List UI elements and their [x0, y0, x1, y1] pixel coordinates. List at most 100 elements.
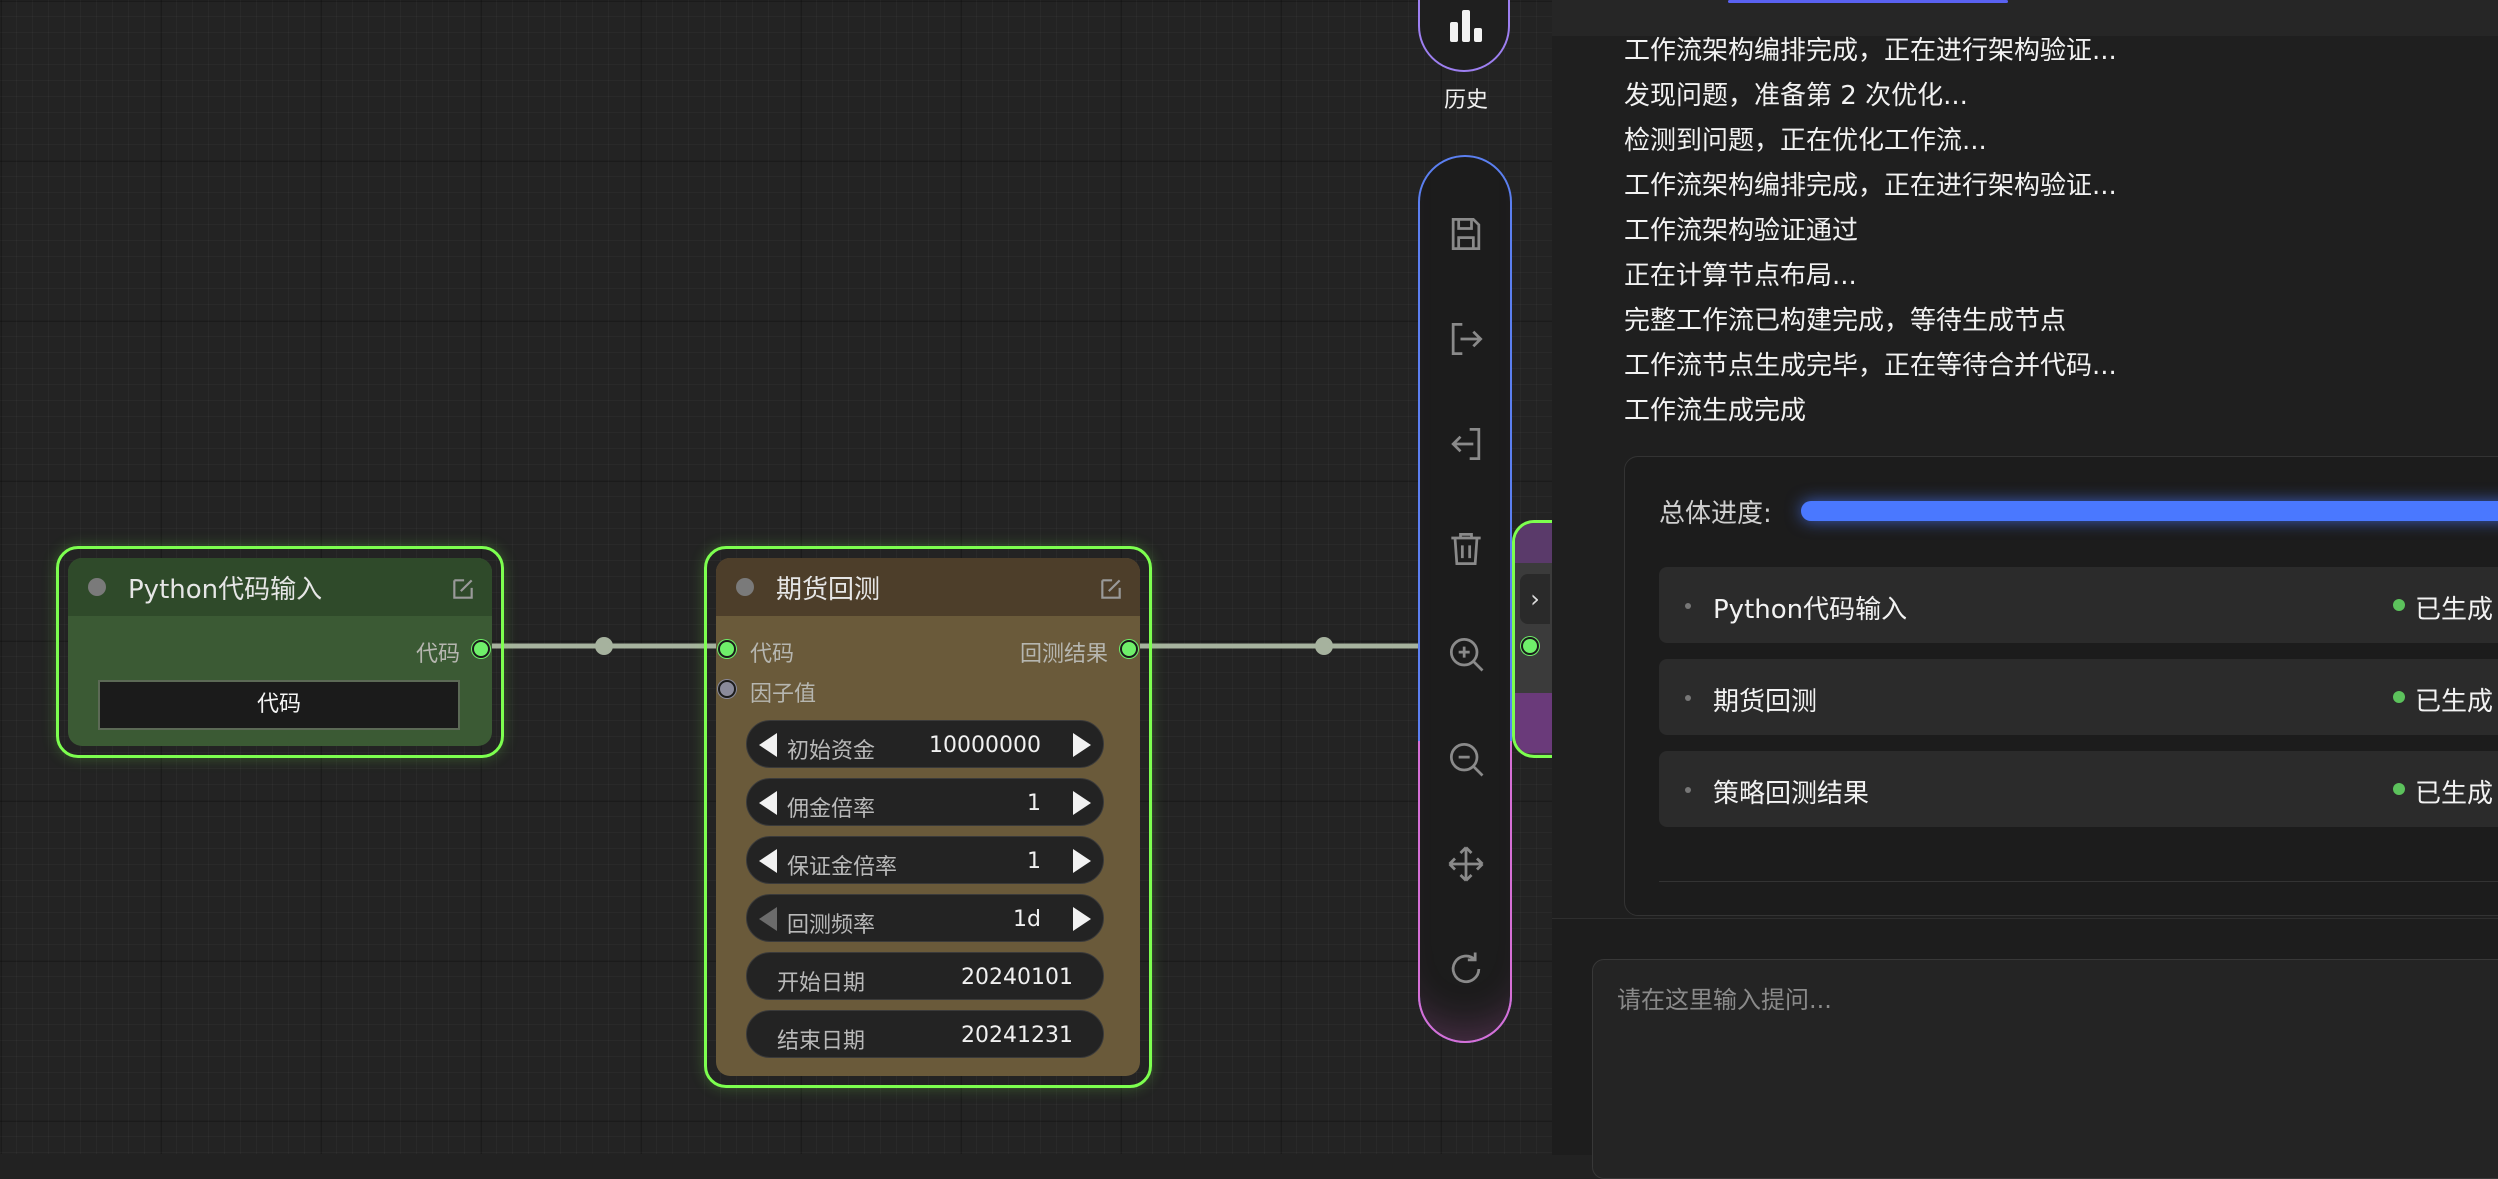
- collapse-dot-icon[interactable]: [88, 578, 106, 596]
- zoom-in-button[interactable]: [1444, 632, 1488, 676]
- node-strategy-result-partial[interactable]: [1512, 520, 1552, 758]
- edit-icon[interactable]: [1098, 576, 1124, 602]
- output-label-result: 回测结果: [1019, 642, 1108, 667]
- param-label: 佣金倍率: [787, 797, 876, 822]
- wire-midpoint[interactable]: [595, 637, 613, 655]
- divider: [1659, 881, 2498, 882]
- bullet-icon: [1685, 787, 1691, 793]
- step-name: 策略回测结果: [1713, 779, 1870, 809]
- output-port-code[interactable]: [472, 640, 490, 658]
- input-label-factor: 因子值: [750, 682, 817, 707]
- param-label: 初始资金: [787, 739, 876, 764]
- log-line: 工作流生成完成: [1624, 396, 1807, 426]
- param-value: 1: [1027, 791, 1041, 816]
- param-value: 20240101: [961, 965, 1073, 990]
- node-futures-backtest[interactable]: 期货回测 代码 因子值 回测结果 初始资金 10000000 佣金倍率 1 保证…: [704, 546, 1152, 1088]
- output-port-result[interactable]: [1120, 640, 1138, 658]
- step-name: Python代码输入: [1713, 595, 1908, 625]
- node-header[interactable]: 期货回测: [716, 558, 1140, 616]
- log-line: 工作流架构编排完成，正在进行架构验证...: [1624, 171, 2117, 201]
- prompt-input[interactable]: [1592, 959, 2498, 1179]
- decrement-icon[interactable]: [759, 849, 777, 873]
- step-item[interactable]: Python代码输入 已生成: [1659, 567, 2498, 643]
- param-label: 开始日期: [777, 971, 866, 996]
- node-python-code-input[interactable]: Python代码输入 代码 代码: [56, 546, 504, 758]
- log-line: 检测到问题，正在优化工作流...: [1624, 126, 1987, 156]
- param-value: 20241231: [961, 1023, 1073, 1048]
- import-button[interactable]: [1444, 422, 1488, 466]
- status-dot-icon: [2393, 783, 2405, 795]
- increment-icon[interactable]: [1073, 791, 1091, 815]
- fit-view-button[interactable]: [1444, 842, 1488, 886]
- param-value: 1d: [1013, 907, 1041, 932]
- decrement-icon[interactable]: [759, 791, 777, 815]
- history-label: 历史: [1443, 88, 1488, 113]
- bullet-icon: [1685, 603, 1691, 609]
- bullet-icon: [1685, 695, 1691, 701]
- node-title: Python代码输入: [128, 574, 323, 605]
- code-widget-label: 代码: [256, 692, 301, 717]
- param-start-date[interactable]: 开始日期 20240101: [746, 952, 1104, 1000]
- input-label-code: 代码: [750, 642, 795, 667]
- decrement-icon[interactable]: [759, 733, 777, 757]
- bar-chart-icon: [1450, 10, 1482, 42]
- step-item[interactable]: 期货回测 已生成: [1659, 659, 2498, 735]
- param-commission-multiplier[interactable]: 佣金倍率 1: [746, 778, 1104, 826]
- progress-card: 总体进度: Python代码输入 已生成 期货回测 已生成 策略回测结果 已生成: [1624, 456, 2498, 916]
- collapse-dot-icon[interactable]: [736, 578, 754, 596]
- param-value: 10000000: [929, 733, 1041, 758]
- input-port-result[interactable]: [1521, 637, 1539, 655]
- workflow-canvas[interactable]: Python代码输入 代码 代码 期货回测 代码 因子值 回测结果 初始资金 1…: [0, 0, 1552, 1154]
- export-button[interactable]: [1444, 317, 1488, 361]
- log-line: 工作流架构编排完成，正在进行架构验证...: [1624, 36, 2117, 66]
- node-header[interactable]: Python代码输入: [68, 558, 492, 616]
- increment-icon[interactable]: [1073, 849, 1091, 873]
- step-item[interactable]: 策略回测结果 已生成: [1659, 751, 2498, 827]
- canvas-toolbar: [1418, 155, 1512, 1043]
- output-label-code: 代码: [415, 642, 460, 667]
- node-body: [1515, 693, 1552, 753]
- refresh-button[interactable]: [1444, 947, 1488, 991]
- param-label: 结束日期: [777, 1029, 866, 1054]
- log-line: 工作流架构验证通过: [1624, 216, 1859, 246]
- param-label: 保证金倍率: [787, 855, 898, 880]
- log-line: 正在计算节点布局...: [1624, 261, 1857, 291]
- expand-chevron-icon[interactable]: ›: [1520, 574, 1550, 624]
- move-icon: [1448, 846, 1484, 882]
- edit-icon[interactable]: [450, 576, 476, 602]
- wire-midpoint[interactable]: [1315, 637, 1333, 655]
- param-label: 回测频率: [787, 913, 876, 938]
- prompt-area: [1552, 918, 2498, 1179]
- increment-icon[interactable]: [1073, 733, 1091, 757]
- step-name: 期货回测: [1713, 687, 1818, 717]
- node-header: [1515, 523, 1552, 563]
- param-value: 1: [1027, 849, 1041, 874]
- log-line: 工作流节点生成完毕，正在等待合并代码...: [1624, 351, 2117, 381]
- delete-button[interactable]: [1444, 527, 1488, 571]
- increment-icon[interactable]: [1073, 907, 1091, 931]
- save-button[interactable]: [1444, 212, 1488, 256]
- zoom-out-icon: [1449, 742, 1484, 777]
- input-port-code[interactable]: [718, 640, 736, 658]
- progress-fill: [1801, 501, 2498, 521]
- code-widget-button[interactable]: 代码: [98, 680, 460, 730]
- param-end-date[interactable]: 结束日期 20241231: [746, 1010, 1104, 1058]
- status-dot-icon: [2393, 599, 2405, 611]
- param-margin-multiplier[interactable]: 保证金倍率 1: [746, 836, 1104, 884]
- generation-log: 工作流架构编排完成，正在进行架构验证... 发现问题，准备第 2 次优化... …: [1624, 30, 2117, 435]
- step-status: 已生成: [2415, 687, 2494, 717]
- zoom-out-button[interactable]: [1444, 737, 1488, 781]
- trash-icon: [1451, 532, 1481, 566]
- assistant-panel: 工作流架构编排完成，正在进行架构验证... 发现问题，准备第 2 次优化... …: [1552, 0, 2498, 1179]
- param-backtest-frequency[interactable]: 回测频率 1d: [746, 894, 1104, 942]
- step-status: 已生成: [2415, 779, 2494, 809]
- progress-label: 总体进度:: [1659, 499, 1772, 529]
- save-icon: [1451, 217, 1481, 251]
- status-dot-icon: [2393, 691, 2405, 703]
- input-port-factor[interactable]: [718, 680, 736, 698]
- import-icon: [1451, 427, 1481, 461]
- param-initial-capital[interactable]: 初始资金 10000000: [746, 720, 1104, 768]
- zoom-in-icon: [1449, 637, 1484, 672]
- step-status: 已生成: [2415, 595, 2494, 625]
- decrement-icon[interactable]: [759, 907, 777, 931]
